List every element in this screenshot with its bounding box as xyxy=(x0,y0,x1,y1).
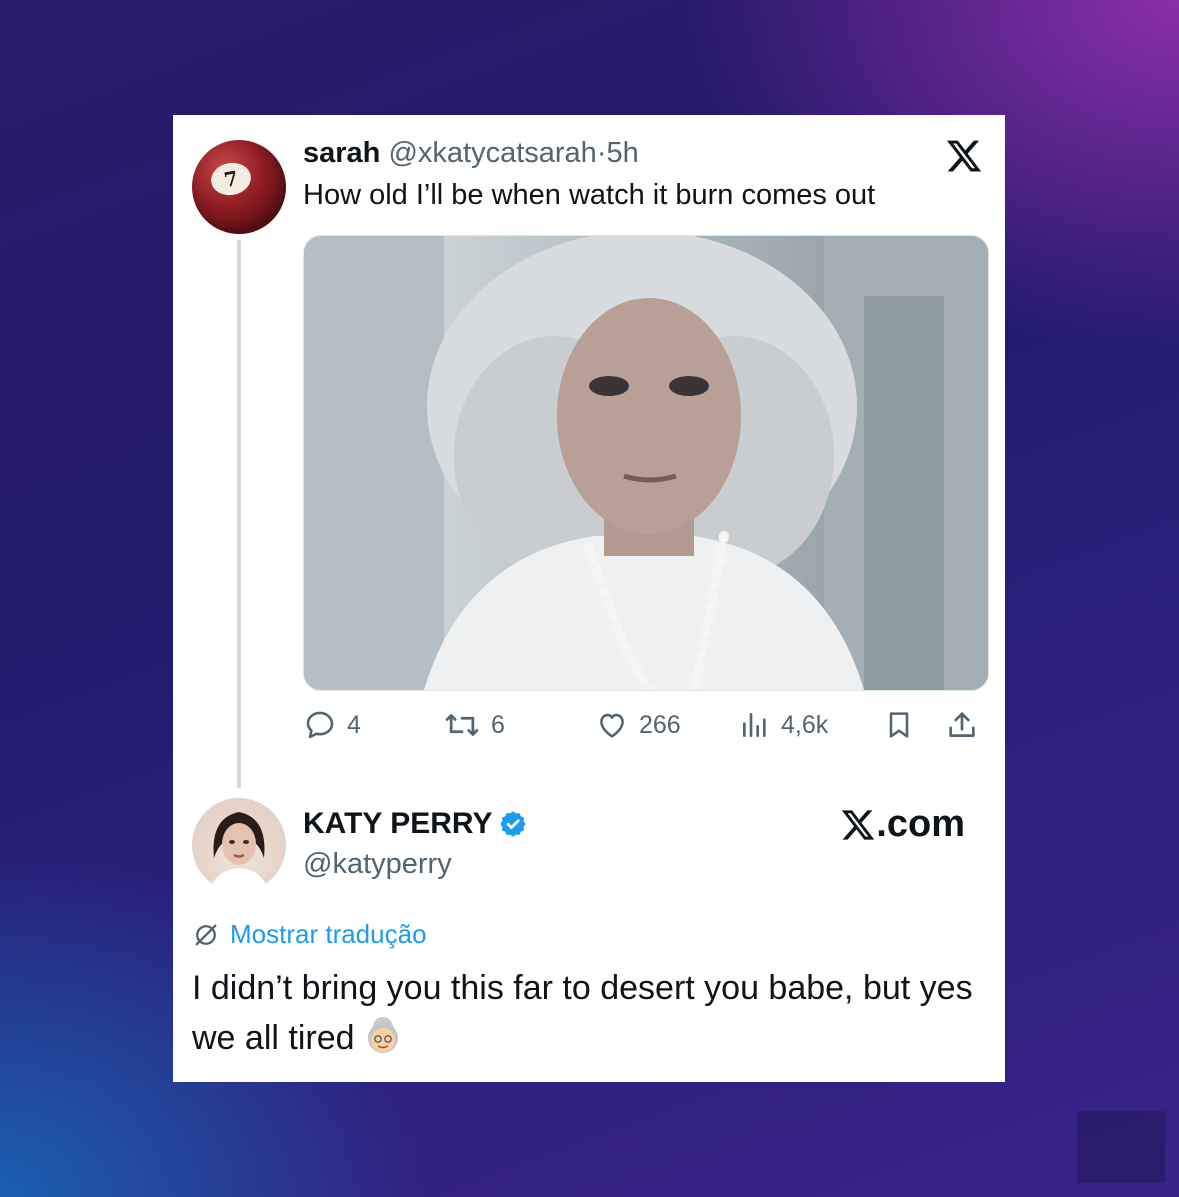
billiard-ball-number: 7 xyxy=(208,159,254,199)
bookmark-button[interactable] xyxy=(883,705,925,745)
tweet-author-name[interactable]: sarah xyxy=(303,137,380,169)
like-button[interactable]: 266 xyxy=(595,705,681,745)
corner-overlay xyxy=(1077,1111,1165,1183)
views-icon xyxy=(743,713,766,737)
reply-count: 4 xyxy=(347,710,361,739)
repost-icon xyxy=(445,714,479,736)
tweet-author-handle[interactable]: @xkatycatsarah xyxy=(388,137,596,169)
view-count: 4,6k xyxy=(781,710,829,739)
reply-button[interactable]: 4 xyxy=(303,705,361,745)
tweet-text: How old I’ll be when watch it burn comes… xyxy=(303,179,876,211)
sarah-avatar[interactable]: 7 xyxy=(192,140,286,234)
translate-label: Mostrar tradução xyxy=(230,919,427,949)
katyperry-avatar[interactable] xyxy=(192,798,286,892)
media-illustration xyxy=(304,236,988,690)
older-woman-emoji-icon xyxy=(367,1017,398,1053)
avatar-portrait xyxy=(210,812,268,892)
thread-line xyxy=(237,240,241,788)
x-logo-icon xyxy=(946,140,982,172)
reply-icon xyxy=(306,711,334,739)
post-card: 7 sarah @xkatycatsarah·5h How old I’ll b… xyxy=(173,115,1005,1082)
tweet-media-image[interactable] xyxy=(303,235,989,691)
like-count: 266 xyxy=(639,710,681,739)
x-com-text: .com xyxy=(876,803,965,845)
repost-count: 6 xyxy=(491,710,505,739)
share-icon xyxy=(949,712,975,737)
tweet-header: sarah @xkatycatsarah·5h xyxy=(303,137,639,170)
reply-text: I didn’t bring you this far to desert yo… xyxy=(192,963,982,1063)
repost-button[interactable]: 6 xyxy=(443,705,505,745)
views-button[interactable]: 4,6k xyxy=(739,705,828,745)
reply-text-content: I didn’t bring you this far to desert yo… xyxy=(192,969,973,1057)
translate-link[interactable]: Mostrar tradução xyxy=(192,919,427,950)
heart-icon xyxy=(600,713,624,738)
x-brand-icon xyxy=(842,809,875,840)
reply-author-name[interactable]: KATY PERRY xyxy=(303,807,492,841)
tweet-action-bar: 4 6 266 4,6k xyxy=(303,705,987,745)
share-button[interactable] xyxy=(945,705,989,745)
verified-badge-icon xyxy=(500,811,527,837)
x-com-branding: .com xyxy=(840,803,965,846)
translate-icon xyxy=(195,924,217,945)
tweet-time[interactable]: 5h xyxy=(606,137,638,169)
bookmark-icon xyxy=(889,712,909,738)
reply-name-row: KATY PERRY xyxy=(303,807,528,841)
reply-author-handle[interactable]: @katyperry xyxy=(303,848,452,881)
